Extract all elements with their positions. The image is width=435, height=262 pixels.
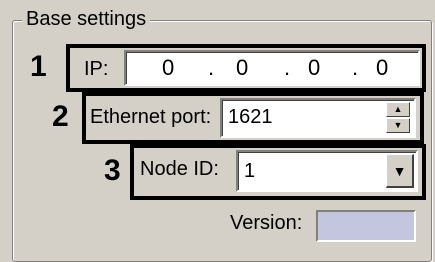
node-id-label: Node ID: [140, 158, 219, 180]
ip-octet-2[interactable]: 0 [236, 55, 248, 81]
chevron-up-icon[interactable]: ▲ [386, 102, 410, 117]
version-label: Version: [230, 212, 303, 234]
node-id-select[interactable]: 1 ▼ [236, 150, 418, 192]
ip-separator: . [284, 55, 291, 80]
dropdown-arrow-icon[interactable]: ▼ [386, 154, 414, 188]
ip-octet-1[interactable]: 0 [162, 55, 174, 81]
ethernet-port-field[interactable]: 1621 ▲ ▼ [220, 98, 416, 138]
version-field [316, 210, 416, 242]
ip-octet-4[interactable]: 0 [376, 55, 388, 81]
ip-separator: . [352, 55, 359, 80]
ethernet-port-value[interactable]: 1621 [228, 106, 273, 129]
chevron-down-icon[interactable]: ▼ [386, 118, 410, 133]
groupbox-title: Base settings [22, 6, 151, 32]
ip-address-field[interactable]: 0 . 0 . 0 . 0 [124, 50, 420, 86]
step-number-3: 3 [104, 154, 121, 187]
step-number-2: 2 [52, 100, 69, 133]
step-number-1: 1 [30, 50, 47, 83]
port-spinner[interactable]: ▲ ▼ [386, 102, 412, 134]
ip-octet-3[interactable]: 0 [308, 55, 320, 81]
node-id-value: 1 [244, 160, 256, 182]
ethernet-port-label: Ethernet port: [90, 106, 212, 128]
ip-label: IP: [84, 58, 109, 80]
ip-separator: . [208, 55, 215, 80]
